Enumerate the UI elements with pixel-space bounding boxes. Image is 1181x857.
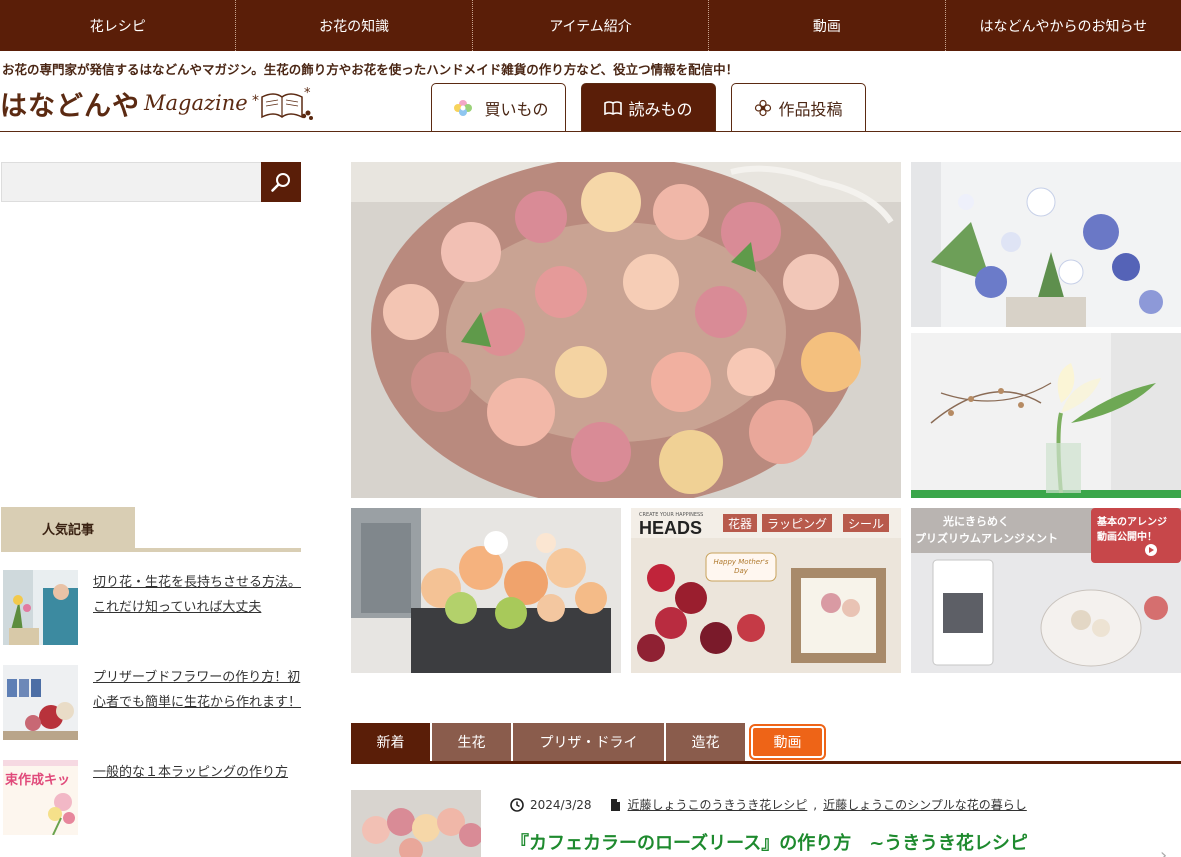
popular-divider	[1, 548, 301, 552]
site-logo[interactable]: はなどんや Magazine * *	[0, 80, 350, 126]
prismium-line2: プリズリウムアレンジメント	[915, 532, 1058, 545]
flower-outline-icon	[755, 99, 772, 117]
search-icon	[271, 173, 290, 192]
popular-thumbnail[interactable]	[3, 665, 78, 740]
document-icon	[610, 798, 620, 811]
book-icon	[604, 101, 623, 115]
article-thumbnail[interactable]	[351, 790, 481, 857]
nav-item-news[interactable]: はなどんやからのお知らせ	[946, 0, 1181, 51]
tab-post-work-label: 作品投稿	[778, 100, 843, 119]
nav-item-flower-knowledge[interactable]: お花の知識	[236, 0, 473, 51]
tab-fresh-flowers[interactable]: 生花	[432, 723, 511, 761]
prismium-line1: 光にきらめく	[943, 515, 1009, 528]
tab-post-work[interactable]: 作品投稿	[731, 83, 866, 132]
nav-item-video[interactable]: 動画	[709, 0, 946, 51]
article-title-link[interactable]: 『カフェカラーのローズリース』の作り方 ~うきうき花レシピ	[511, 829, 1028, 855]
popular-item: プリザーブドフラワーの作り方！初心者でも簡単に生花から作れます！	[3, 665, 301, 740]
article-date: 2024/3/28	[530, 797, 592, 812]
category-tabs-divider	[351, 761, 1181, 764]
svg-text:*: *	[304, 86, 311, 101]
popular-item: 束作成キッ 一般的な１本ラッピングの作り方	[3, 760, 301, 835]
popular-thumbnail[interactable]: 束作成キッ	[3, 760, 78, 835]
top-navigation: 花レシピ お花の知識 アイテム紹介 動画 はなどんやからのお知らせ	[0, 0, 1181, 51]
search-input[interactable]	[1, 162, 262, 202]
popular-link-2[interactable]: プリザーブドフラワーの作り方！初心者でも簡単に生花から作れます！	[93, 665, 303, 715]
article-category-link-1[interactable]: 近藤しょうこのうきうき花レシピ	[628, 796, 808, 813]
featured-image-calla-lily[interactable]	[911, 333, 1181, 498]
chevron-right-icon[interactable]: ›	[1160, 845, 1167, 857]
popular-link-3[interactable]: 一般的な１本ラッピングの作り方	[93, 760, 303, 785]
banner-heads[interactable]: CREATE YOUR HAPPINESS HEADS 花器 ラッピング シール…	[631, 508, 901, 673]
tab-shopping[interactable]: 買いもの	[431, 83, 566, 132]
popular-link-1[interactable]: 切り花・生花を長持ちさせる方法。これだけ知っていれば大丈夫	[93, 570, 303, 620]
svg-text:*: *	[252, 93, 259, 109]
tab-reading[interactable]: 読みもの	[581, 83, 716, 132]
tab-new[interactable]: 新着	[351, 723, 430, 761]
popular-thumbnail-text: 束作成キッ	[5, 772, 70, 788]
prismium-badge-line2: 動画公開中！	[1097, 532, 1157, 543]
open-book-flower-icon: * *	[252, 86, 313, 120]
popular-thumbnail[interactable]	[3, 570, 78, 645]
logo-english-text: Magazine	[144, 91, 248, 115]
popular-item: 切り花・生花を長持ちさせる方法。これだけ知っていれば大丈夫	[3, 570, 301, 645]
tab-video[interactable]: 動画	[749, 724, 826, 760]
tab-artificial-flowers[interactable]: 造花	[666, 723, 745, 761]
heads-badge-seal: シール	[843, 514, 890, 532]
tab-reading-label: 読みもの	[628, 100, 693, 119]
heads-badge-vase: 花器	[723, 514, 758, 532]
popular-articles-heading: 人気記事	[1, 507, 135, 549]
flower-logo-icon	[454, 100, 473, 116]
article-meta: 2024/3/28 近藤しょうこのうきうき花レシピ, 近藤しょうこのシンプルな花…	[510, 796, 1027, 813]
header-divider	[0, 131, 1181, 132]
heads-badge-wrapping: ラッピング	[762, 514, 833, 532]
nav-item-item-intro[interactable]: アイテム紹介	[473, 0, 710, 51]
tab-shopping-label: 買いもの	[484, 100, 549, 119]
nav-item-flower-recipe[interactable]: 花レシピ	[0, 0, 237, 51]
heads-card-text: Happy Mother's Day	[713, 558, 769, 575]
search-button[interactable]	[261, 162, 301, 202]
meta-separator: ,	[813, 797, 818, 812]
heads-logo-text: HEADS	[639, 518, 703, 538]
featured-image-flower-box[interactable]	[351, 508, 621, 673]
featured-image-rose-wreath[interactable]	[351, 162, 901, 498]
site-tagline: お花の専門家が発信するはなどんやマガジン。生花の飾り方やお花を使ったハンドメイド…	[2, 62, 739, 77]
logo-japanese-text: はなどんや	[0, 90, 140, 122]
banner-prismium[interactable]: 光にきらめく プリズリウムアレンジメント 基本のアレンジ 動画公開中！	[911, 508, 1181, 673]
prismium-badge-line1: 基本のアレンジ	[1097, 517, 1167, 528]
clock-icon	[510, 797, 524, 812]
article-category-link-2[interactable]: 近藤しょうこのシンプルな花の暮らし	[823, 796, 1027, 813]
featured-image-blue-flowers[interactable]	[911, 162, 1181, 327]
tab-preserved-dried[interactable]: プリザ・ドライ	[513, 723, 664, 761]
